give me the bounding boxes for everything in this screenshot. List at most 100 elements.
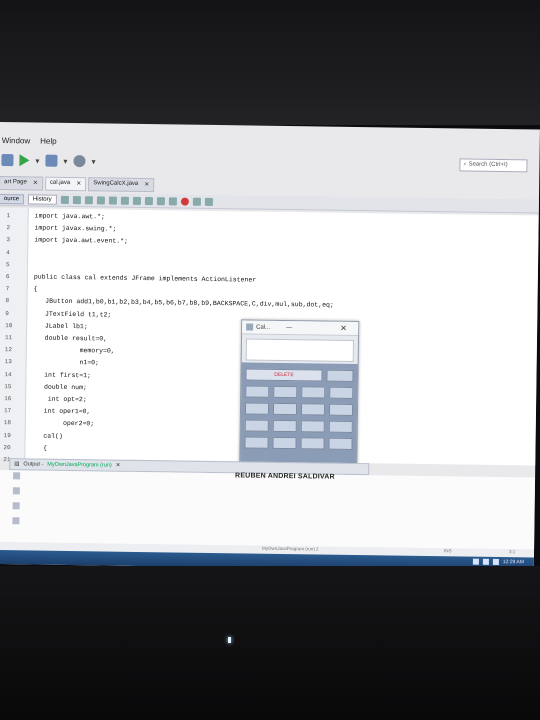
delete-button[interactable]: DELETE — [245, 368, 323, 382]
code-line[interactable]: public class cal extends JFrame implemen… — [34, 273, 256, 283]
calc-button[interactable] — [300, 403, 326, 416]
chevron-down-icon[interactable]: ▾ — [91, 157, 95, 166]
code-line[interactable]: JButton add1,b0,b1,b2,b3,b4,b5,b6,b7,b8,… — [33, 298, 334, 309]
code-line[interactable]: import javax.swing.*; — [34, 225, 116, 233]
line-number: 12 — [4, 346, 13, 354]
code-line[interactable]: double num; — [32, 383, 87, 391]
line-number: 18 — [3, 419, 12, 427]
stop-macro-icon[interactable] — [192, 197, 201, 206]
calc-button[interactable] — [272, 436, 297, 450]
chevron-down-icon[interactable]: ▾ — [35, 156, 39, 165]
comment-icon[interactable] — [156, 196, 165, 205]
calc-button[interactable] — [328, 403, 354, 416]
record-macro-icon[interactable] — [180, 197, 189, 206]
calc-button[interactable] — [244, 436, 269, 449]
line-number: 11 — [4, 334, 13, 342]
history-tab[interactable]: History — [27, 193, 57, 205]
output-project-label: MyOwnJavaProgram (run) — [47, 461, 112, 469]
settings-icon[interactable] — [12, 502, 20, 510]
run-icon[interactable] — [19, 154, 30, 167]
system-tray: 12:29 AM — [472, 558, 524, 566]
source-tab[interactable]: ource — [0, 193, 25, 204]
code-line[interactable]: int opt=2; — [32, 395, 87, 404]
minimize-button[interactable]: — — [286, 325, 292, 331]
output-panel[interactable] — [0, 469, 536, 550]
clear-icon[interactable] — [12, 517, 20, 525]
toggle-highlight-icon[interactable] — [120, 196, 129, 205]
battery-icon[interactable] — [492, 558, 499, 566]
calc-button[interactable] — [244, 402, 270, 415]
debug-icon[interactable] — [45, 154, 58, 167]
calc-button[interactable] — [244, 419, 269, 432]
profile-icon[interactable] — [73, 155, 86, 168]
code-line[interactable]: n1=0; — [33, 359, 99, 367]
calculator-display-field[interactable] — [245, 338, 354, 362]
diff-icon[interactable] — [204, 197, 213, 206]
network-icon[interactable] — [472, 558, 479, 565]
output-icon: ▤ — [14, 461, 20, 468]
tab-swingcalcx-java[interactable]: SwingCalcX.java ✕ — [88, 177, 155, 193]
calc-button[interactable] — [328, 420, 353, 433]
author-label: REUBEN ANDREI SALDIVAR — [235, 472, 335, 481]
find-prev-icon[interactable] — [96, 195, 105, 204]
code-line[interactable]: cal() — [32, 432, 63, 439]
calc-button[interactable] — [272, 402, 298, 416]
code-line[interactable]: import java.awt.*; — [35, 212, 105, 220]
menu-help[interactable]: Help — [40, 136, 57, 145]
calc-button[interactable] — [300, 437, 325, 450]
line-number: 8 — [5, 297, 10, 305]
calc-button[interactable] — [326, 369, 354, 382]
line-number: 9 — [5, 309, 9, 317]
calculator-button-panel: DELETE — [240, 362, 358, 471]
code-line[interactable]: JTextField t1,t2; — [33, 310, 111, 318]
code-line[interactable]: int oper1=0, — [32, 408, 91, 416]
shift-right-icon[interactable] — [144, 196, 153, 205]
code-line[interactable]: double result=0, — [33, 334, 108, 343]
calc-button[interactable] — [329, 386, 354, 399]
code-line[interactable]: int first=1; — [32, 371, 91, 379]
code-line[interactable]: memory=0, — [33, 347, 115, 354]
line-number: 2 — [6, 224, 11, 232]
close-icon[interactable]: ✕ — [144, 181, 149, 189]
line-number: 7 — [5, 285, 10, 293]
calc-button[interactable] — [272, 419, 297, 433]
calculator-window[interactable]: Cal... — ✕ DELETE — [239, 319, 360, 472]
chevron-down-icon[interactable]: ▾ — [63, 156, 67, 165]
close-icon[interactable]: ✕ — [33, 179, 38, 187]
tab-start-page[interactable]: art Page ✕ — [0, 175, 43, 191]
search-input[interactable]: ⌕ Search (Ctrl+I) — [459, 158, 528, 173]
stop-icon[interactable] — [12, 487, 20, 495]
calc-button[interactable] — [301, 386, 326, 399]
code-line[interactable]: { — [31, 444, 47, 451]
uncomment-icon[interactable] — [168, 196, 177, 205]
build-icon[interactable] — [1, 154, 14, 167]
calc-button[interactable] — [273, 385, 298, 399]
menu-window[interactable]: Window — [2, 136, 31, 145]
java-icon — [246, 323, 254, 331]
screen: Window Help ▾ ▾ ▾ ⌕ Search (Ctrl+I) art … — [0, 122, 540, 572]
tab-cal-java[interactable]: cal.java ✕ — [44, 176, 87, 192]
shift-left-icon[interactable] — [132, 196, 141, 205]
line-number: 19 — [3, 431, 11, 439]
code-line[interactable]: { — [34, 286, 38, 293]
code-line[interactable]: oper2=0; — [32, 420, 94, 427]
close-button[interactable]: ✕ — [340, 324, 347, 333]
find-next-icon[interactable] — [108, 196, 117, 205]
line-number: 16 — [4, 395, 12, 403]
close-icon[interactable]: ✕ — [76, 180, 81, 188]
line-number: 4 — [6, 248, 10, 256]
calculator-titlebar[interactable]: Cal... — ✕ — [242, 320, 359, 337]
line-number: 13 — [4, 358, 12, 366]
volume-icon[interactable] — [482, 558, 489, 565]
close-icon[interactable]: ✕ — [116, 463, 121, 469]
search-icon[interactable] — [84, 195, 93, 204]
calc-button[interactable] — [245, 385, 270, 398]
back-icon[interactable] — [60, 195, 69, 204]
code-line[interactable]: JLabel lb1; — [33, 322, 88, 330]
calc-button[interactable] — [300, 420, 325, 433]
clock[interactable]: 12:29 AM — [503, 559, 524, 565]
code-line[interactable]: import java.awt.event.*; — [34, 237, 128, 245]
calc-button[interactable] — [328, 437, 353, 450]
rerun-icon[interactable] — [13, 472, 21, 480]
forward-icon[interactable] — [72, 195, 81, 204]
